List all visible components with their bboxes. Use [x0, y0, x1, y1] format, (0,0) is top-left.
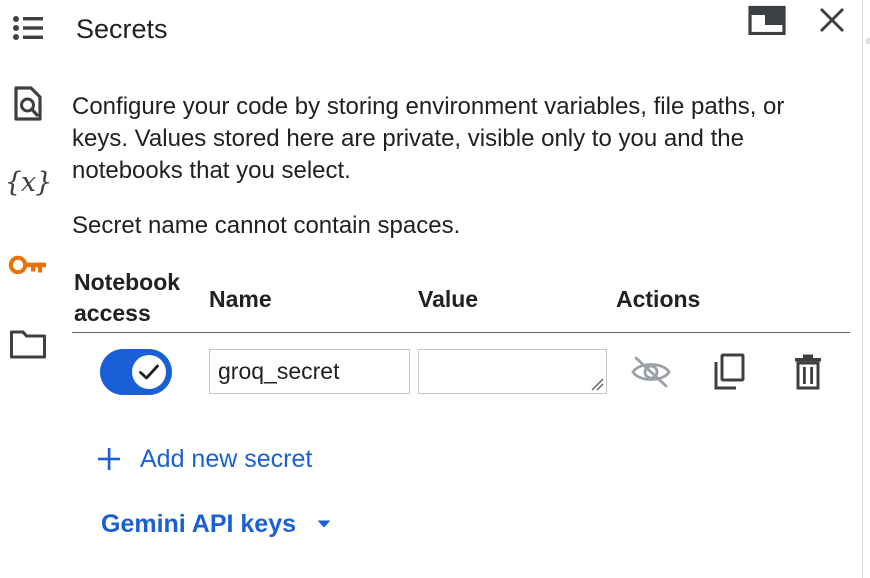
panel-divider — [862, 0, 863, 578]
toggle-knob — [132, 355, 166, 389]
copy-secret-button[interactable] — [707, 350, 751, 394]
gemini-api-keys-dropdown[interactable]: Gemini API keys — [101, 505, 332, 543]
add-new-secret-button[interactable]: Add new secret — [96, 440, 312, 478]
key-icon[interactable] — [8, 245, 48, 285]
column-header-access-line2: access — [74, 300, 151, 326]
add-new-secret-label: Add new secret — [140, 445, 313, 473]
secret-value-input[interactable] — [418, 349, 607, 394]
side-rail: {x} — [0, 0, 56, 578]
table-of-contents-icon[interactable] — [8, 8, 48, 48]
panel-title: Secrets — [76, 14, 168, 44]
gemini-api-keys-label: Gemini API keys — [101, 510, 296, 538]
delete-icon — [795, 354, 821, 390]
secret-name-input[interactable] — [209, 349, 410, 394]
check-icon — [139, 364, 159, 380]
resize-grip-icon[interactable] — [590, 377, 604, 391]
notebook-access-toggle[interactable] — [100, 349, 172, 395]
table-header-divider — [72, 332, 850, 333]
column-header-access-line1: Notebook — [74, 269, 181, 295]
column-header-actions: Actions — [616, 286, 701, 312]
variables-icon[interactable]: {x} — [5, 162, 53, 202]
dock-window-icon[interactable] — [747, 2, 787, 38]
plus-icon — [98, 448, 120, 470]
scrollbar-track — [866, 38, 870, 44]
visibility-off-icon — [631, 356, 671, 388]
secret-name-note: Secret name cannot contain spaces. — [72, 212, 461, 239]
delete-secret-button[interactable] — [786, 350, 830, 394]
copy-icon — [714, 353, 745, 390]
folder-icon[interactable] — [8, 324, 48, 364]
column-header-notebook-access: Notebook access — [74, 267, 204, 329]
secrets-description: Configure your code by storing environme… — [72, 93, 785, 184]
variables-glyph: {x} — [4, 166, 53, 198]
column-header-name: Name — [209, 286, 272, 312]
toggle-visibility-button[interactable] — [629, 350, 673, 394]
close-icon[interactable] — [812, 2, 852, 38]
caret-down-icon — [317, 520, 331, 528]
column-header-value: Value — [418, 286, 479, 312]
find-replace-icon[interactable] — [8, 84, 48, 124]
